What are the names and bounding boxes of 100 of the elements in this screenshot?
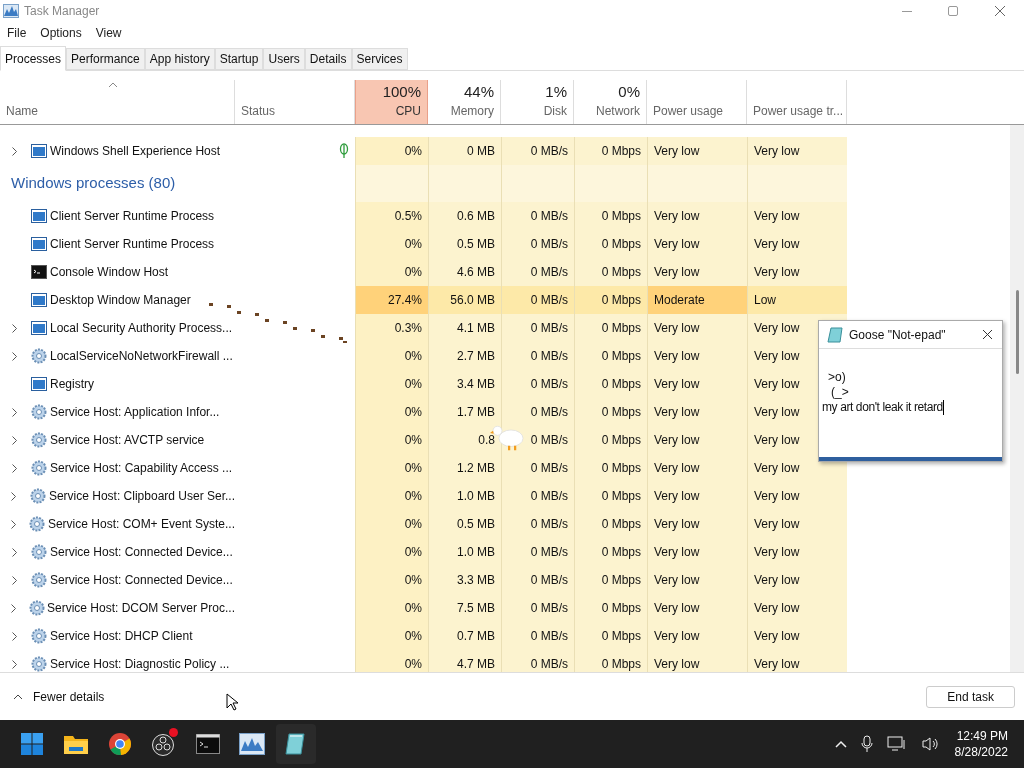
gear-icon [31, 432, 47, 448]
column-header[interactable]: 1% Disk [501, 80, 574, 124]
fewer-details-link[interactable]: Fewer details [33, 687, 105, 706]
sort-caret-icon [108, 82, 118, 88]
end-task-button[interactable]: End task [926, 685, 1015, 708]
table-cell: Very low [647, 538, 747, 566]
process-name: Service Host: Connected Device... [50, 544, 233, 561]
table-cell: 0.5% [355, 202, 428, 230]
table-cell: 0 MB/s [501, 230, 574, 258]
process-name: Registry [50, 376, 94, 393]
table-cell: 1.0 MB [428, 538, 501, 566]
record-icon [151, 731, 177, 757]
table-cell: 0% [355, 566, 428, 594]
table-cell: Very low [647, 566, 747, 594]
table-cell: 4.6 MB [428, 258, 501, 286]
table-cell: 0% [355, 398, 428, 426]
column-header[interactable]: Name [0, 80, 235, 124]
menu-item[interactable]: File [7, 24, 27, 42]
clock-date: 8/28/2022 [954, 744, 1008, 760]
table-cell: 0 Mbps [574, 230, 647, 258]
table-cell: Very low [647, 342, 747, 370]
table-cell: 0% [355, 594, 428, 622]
gear-icon [31, 572, 47, 588]
group-heading: Windows processes (80) [10, 173, 177, 194]
microphone-icon[interactable] [860, 735, 873, 753]
chevron-icon[interactable] [11, 659, 17, 669]
speaker-icon[interactable] [920, 736, 941, 752]
taskbar-button[interactable] [276, 724, 316, 764]
tab[interactable]: Services [351, 48, 408, 70]
chevron-icon[interactable] [11, 547, 17, 557]
table-cell: Very low [747, 482, 847, 510]
column-header[interactable]: 100% CPU [355, 80, 428, 124]
column-header[interactable]: 0% Network [574, 80, 647, 124]
table-cell: 3.3 MB [428, 566, 501, 594]
network-icon[interactable] [886, 736, 907, 752]
scrollbar-thumb[interactable] [1015, 290, 1019, 374]
table-cell: 1.0 MB [428, 482, 501, 510]
table-cell: 0 Mbps [574, 482, 647, 510]
console-icon [31, 265, 47, 279]
close-icon[interactable] [994, 5, 1006, 17]
tab[interactable]: Details [304, 48, 352, 70]
text-line: (_> [830, 385, 849, 400]
chevron-icon[interactable] [11, 351, 17, 361]
tab[interactable]: Users [263, 48, 305, 70]
chevron-icon[interactable] [11, 323, 17, 333]
chevron-icon[interactable] [11, 491, 17, 501]
gear-icon [31, 348, 47, 364]
table-cell: 3.4 MB [428, 370, 501, 398]
table-cell: 0 Mbps [574, 594, 647, 622]
notepad-icon [284, 732, 308, 756]
table-cell: 0 Mbps [574, 286, 647, 314]
table-cell: Very low [747, 650, 847, 672]
chevron-up-icon[interactable] [13, 693, 23, 700]
process-name: Service Host: Diagnostic Policy ... [50, 656, 230, 672]
table-cell: Very low [647, 510, 747, 538]
table-cell: 0 Mbps [574, 426, 647, 454]
table-cell: Very low [747, 594, 847, 622]
window-icon [31, 293, 47, 307]
close-icon[interactable] [982, 329, 993, 340]
column-header[interactable]: Power usage tr... [747, 80, 847, 124]
chevron-icon[interactable] [11, 435, 17, 445]
table-cell: 0 Mbps [574, 398, 647, 426]
chevron-icon[interactable] [11, 631, 17, 641]
table-cell: 1.2 MB [428, 454, 501, 482]
mouse-pointer-icon [226, 693, 238, 711]
chevron-icon[interactable] [10, 603, 16, 613]
tab[interactable]: Performance [66, 48, 145, 70]
table-cell: 0 MB/s [501, 202, 574, 230]
tab[interactable]: Processes [0, 46, 67, 71]
table-cell: Very low [747, 454, 847, 482]
gear-icon [31, 544, 47, 560]
menu-item[interactable]: Options [40, 24, 82, 42]
app-icon [3, 4, 19, 18]
chevron-icon[interactable] [11, 463, 17, 473]
start-icon [20, 732, 44, 756]
table-cell: 4.1 MB [428, 314, 501, 342]
menu-item[interactable]: View [95, 24, 122, 42]
column-header[interactable]: 44% Memory [428, 80, 501, 124]
table-cell: 0% [355, 426, 428, 454]
process-name: Desktop Window Manager [50, 292, 191, 309]
table-cell: 56.0 MB [428, 286, 501, 314]
table-cell: 0 Mbps [574, 622, 647, 650]
gear-icon [31, 404, 47, 420]
table-cell: 0 MB/s [501, 286, 574, 314]
clock-time: 12:49 PM [956, 728, 1008, 744]
tab[interactable]: Startup [214, 48, 264, 70]
table-cell: Very low [647, 594, 747, 622]
table-cell: 0% [355, 258, 428, 286]
tab[interactable]: App history [144, 48, 215, 70]
column-header[interactable]: Power usage [647, 80, 747, 124]
table-cell: 0 MB/s [501, 314, 574, 342]
terminal-icon [196, 734, 220, 754]
chevron-icon[interactable] [11, 146, 17, 156]
chevron-icon[interactable] [10, 519, 16, 529]
table-cell: 0% [355, 370, 428, 398]
table-cell: 0 MB/s [501, 510, 574, 538]
chevron-icon[interactable] [11, 575, 17, 585]
chevron-icon[interactable] [11, 407, 17, 417]
table-cell: 0 MB/s [501, 258, 574, 286]
table-cell: Very low [747, 538, 847, 566]
